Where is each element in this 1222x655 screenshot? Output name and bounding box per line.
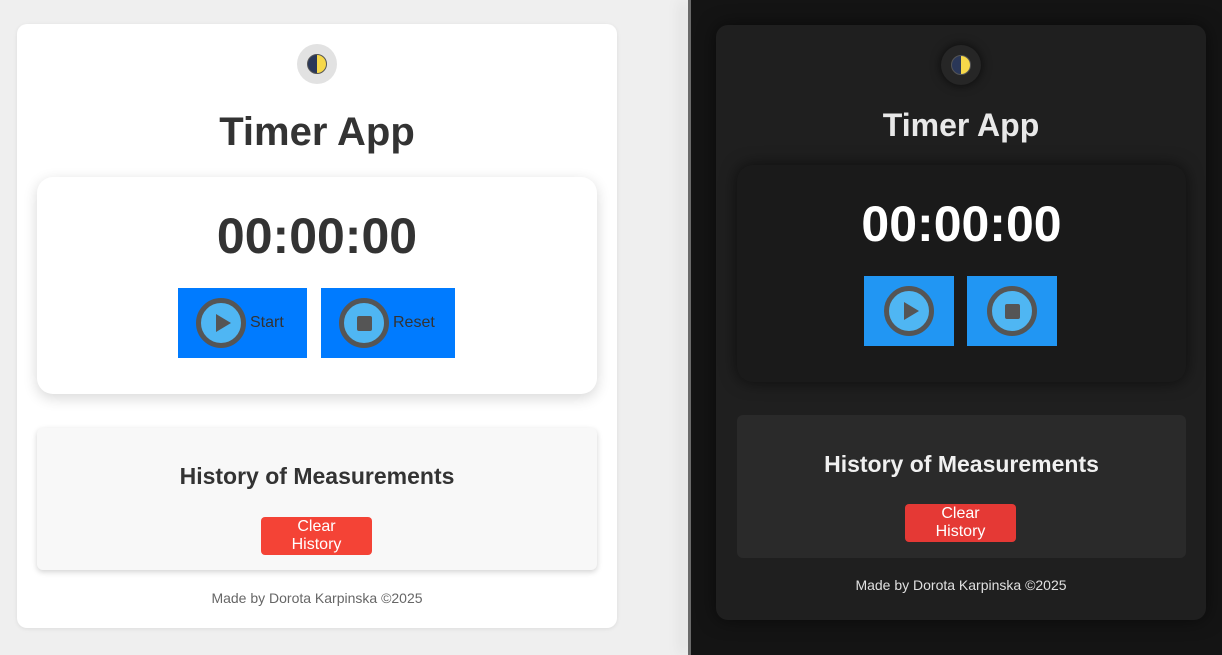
history-panel: History of Measurements Clear History [37, 428, 597, 570]
play-icon [884, 286, 934, 336]
timer-panel: 00:00:00 [737, 165, 1186, 382]
light-theme-panel: Timer App 00:00:00 Start Reset History o… [0, 0, 690, 655]
play-icon [196, 298, 246, 348]
start-button[interactable] [864, 276, 954, 346]
half-moon-icon [951, 55, 971, 75]
page-title: Timer App [882, 107, 1040, 143]
footer-credit: Made by Dorota Karpinska ©2025 [211, 590, 423, 606]
dark-theme-panel: Timer App 00:00:00 History of Measuremen… [691, 0, 1222, 655]
theme-toggle-button[interactable] [941, 45, 981, 85]
reset-button[interactable] [967, 276, 1057, 346]
stop-icon [987, 286, 1037, 336]
timer-panel: 00:00:00 Start Reset [37, 177, 597, 394]
page-title: Timer App [219, 110, 415, 154]
app-card-light: Timer App 00:00:00 Start Reset History o… [17, 24, 617, 628]
app-card-dark: Timer App 00:00:00 History of Measuremen… [716, 25, 1206, 620]
half-moon-icon [307, 54, 327, 74]
clear-history-button[interactable]: Clear History [905, 504, 1016, 542]
stop-icon [339, 298, 389, 348]
start-button[interactable]: Start [178, 288, 307, 358]
reset-button-label: Reset [393, 314, 435, 331]
timer-display: 00:00:00 [216, 208, 418, 264]
footer-credit: Made by Dorota Karpinska ©2025 [855, 577, 1067, 593]
history-panel: History of Measurements Clear History [737, 415, 1186, 558]
timer-display: 00:00:00 [861, 196, 1062, 252]
theme-toggle-button[interactable] [297, 44, 337, 84]
clear-history-button[interactable]: Clear History [261, 517, 372, 555]
reset-button[interactable]: Reset [321, 288, 455, 358]
history-title: History of Measurements [179, 463, 455, 489]
history-title: History of Measurements [824, 451, 1099, 477]
start-button-label: Start [250, 314, 284, 331]
